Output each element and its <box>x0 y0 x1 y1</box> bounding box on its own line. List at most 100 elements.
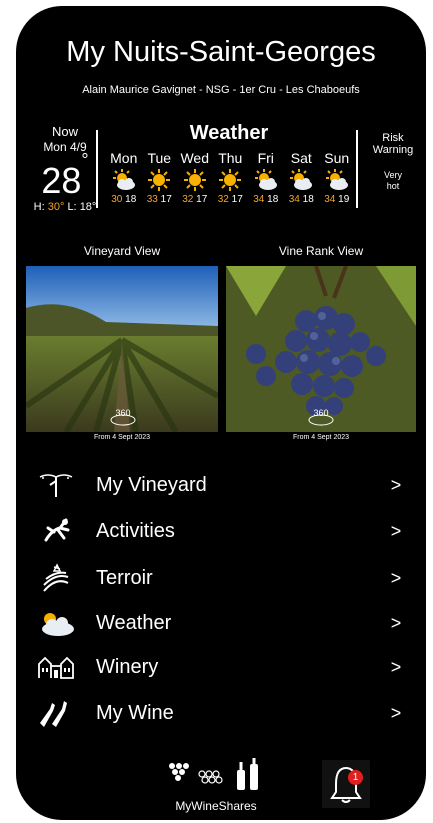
day-name: Mon <box>110 150 138 166</box>
divider <box>356 130 358 208</box>
menu-item-my-vineyard[interactable]: My Vineyard > <box>36 468 406 502</box>
chevron-right-icon: > <box>390 567 402 588</box>
forecast-day-thu: Thu 32 17 <box>213 150 249 205</box>
forecast-days[interactable]: Mon 30 18 Tue 33 17 Wed 32 17 Thu 32 17 Fri 34 18… <box>106 150 356 205</box>
day-low: 18 <box>267 194 279 205</box>
page-title: My Nuits-Saint-Georges <box>66 36 376 68</box>
vine-rank-photo[interactable]: 360 <box>226 266 416 432</box>
forecast-day-fri: Fri 34 18 <box>248 150 284 205</box>
partly-cloudy-icon <box>248 168 284 192</box>
day-temps: 32 17 <box>177 194 213 205</box>
forecast-day-wed: Wed 32 17 <box>177 150 213 205</box>
current-temp-value: 28 <box>41 160 82 201</box>
risk-value-line1: Very <box>383 170 402 180</box>
menu-item-label: Weather <box>96 611 172 634</box>
vineyard-view-label: Vineyard View <box>83 244 161 258</box>
day-temps: 34 19 <box>319 194 355 205</box>
menu-item-terroir[interactable]: Terroir > <box>36 561 406 595</box>
vine-icon <box>36 470 76 500</box>
terroir-icon <box>36 563 76 593</box>
high-low: H: 30° L: 18° <box>26 201 104 213</box>
day-low: 17 <box>196 194 208 205</box>
menu-item-label: My Vineyard <box>96 473 207 496</box>
vine-rank-360-badge[interactable]: 360 <box>306 408 336 428</box>
notification-badge: 1 <box>348 770 363 785</box>
menu-item-winery[interactable]: Winery > <box>36 650 406 684</box>
activities-icon <box>36 516 76 546</box>
day-low: 17 <box>231 194 243 205</box>
menu-item-weather[interactable]: Weather > <box>36 606 406 640</box>
day-temps: 30 18 <box>106 194 142 205</box>
menu-item-label: My Wine <box>96 701 174 724</box>
menu-item-label: Terroir <box>96 566 153 589</box>
bell-icon <box>330 766 362 803</box>
day-low: 18 <box>302 194 314 205</box>
sun-icon <box>177 168 213 192</box>
current-weather: Now Mon 4/9 28° H: 30° L: 18° <box>26 124 104 213</box>
risk-label-line2: Warning <box>372 144 414 156</box>
menu-item-label: Activities <box>96 519 175 542</box>
chevron-right-icon: > <box>390 474 402 495</box>
wine-shares-icon <box>169 758 258 790</box>
forecast-day-tue: Tue 33 17 <box>142 150 178 205</box>
current-temperature: 28° <box>26 150 104 201</box>
weather-title[interactable]: Weather <box>106 122 352 145</box>
day-name: Sun <box>324 150 350 166</box>
high-temp: 30° <box>47 201 65 213</box>
day-name: Fri <box>257 150 274 166</box>
day-name: Wed <box>180 150 210 166</box>
chevron-right-icon: > <box>390 612 402 633</box>
vine-rank-view-label: Vine Rank View <box>278 244 364 258</box>
now-label: Now <box>51 124 78 139</box>
low-label: L: <box>67 201 77 213</box>
day-low: 17 <box>160 194 172 205</box>
vineyard-subtitle: Alain Maurice Gavignet - NSG - 1er Cru -… <box>82 84 360 96</box>
divider <box>96 130 98 208</box>
partly-cloudy-icon <box>284 168 320 192</box>
high-label: H: <box>33 201 45 213</box>
menu-item-activities[interactable]: Activities > <box>36 514 406 548</box>
day-name: Sat <box>290 150 312 166</box>
day-temps: 34 18 <box>248 194 284 205</box>
vineyard-360-badge[interactable]: 360 <box>108 408 138 428</box>
chevron-right-icon: > <box>390 656 402 677</box>
risk-value-line2: hot <box>386 181 400 191</box>
risk-warning[interactable]: Risk Warning Very hot <box>364 132 422 192</box>
menu-item-label: Winery <box>96 655 159 678</box>
vine-rank-view-date: From 4 Sept 2023 <box>292 434 350 441</box>
phone-screen: My Nuits-Saint-Georges Alain Maurice Gav… <box>16 6 426 820</box>
day-high: 32 <box>182 194 194 205</box>
degree-symbol: ° <box>81 150 89 170</box>
day-high: 34 <box>324 194 336 205</box>
menu-item-my-wine[interactable]: My Wine > <box>36 696 406 730</box>
now-date: Mon 4/9 <box>43 140 87 154</box>
risk-label-line1: Risk <box>382 132 404 144</box>
day-high: 33 <box>146 194 158 205</box>
day-high: 30 <box>111 194 123 205</box>
partly-cloudy-icon <box>106 168 142 192</box>
chevron-right-icon: > <box>390 702 402 723</box>
day-low: 18 <box>125 194 137 205</box>
day-name: Tue <box>147 150 172 166</box>
my-wine-shares-button[interactable]: MyWineShares <box>161 758 271 813</box>
vineyard-photo[interactable]: 360 <box>26 266 218 432</box>
day-temps: 34 18 <box>284 194 320 205</box>
low-temp: 18° <box>79 201 97 213</box>
day-temps: 33 17 <box>142 194 178 205</box>
notifications-button[interactable] <box>322 760 370 808</box>
cloud-sun-icon <box>36 608 76 638</box>
winery-icon <box>36 652 76 682</box>
wine-bottles-icon <box>36 698 76 728</box>
day-name: Thu <box>218 150 243 166</box>
forecast-day-sun: Sun 34 19 <box>319 150 355 205</box>
vineyard-view-date: From 4 Sept 2023 <box>93 434 151 441</box>
forecast-day-sat: Sat 34 18 <box>284 150 320 205</box>
sun-icon <box>213 168 249 192</box>
sun-icon <box>142 168 178 192</box>
partly-cloudy-icon <box>319 168 355 192</box>
chevron-right-icon: > <box>390 520 402 541</box>
day-high: 34 <box>288 194 300 205</box>
my-wine-shares-label: MyWineShares <box>175 799 257 813</box>
forecast-day-mon: Mon 30 18 <box>106 150 142 205</box>
day-high: 34 <box>253 194 265 205</box>
